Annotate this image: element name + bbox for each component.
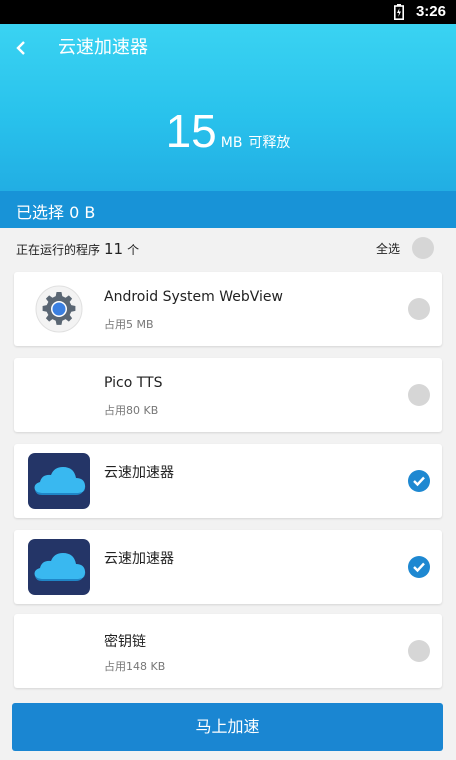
app-name: Pico TTS xyxy=(104,375,163,391)
running-suffix: 个 xyxy=(127,243,140,257)
app-checkbox[interactable] xyxy=(408,384,430,406)
app-name: 云速加速器 xyxy=(104,551,174,567)
checkmark-icon xyxy=(413,476,425,487)
toolbar: 云速加速器 xyxy=(0,24,456,72)
gear-icon xyxy=(35,285,83,333)
running-prefix: 正在运行的程序 xyxy=(16,243,101,257)
app-name: Android System WebView xyxy=(104,289,283,305)
app-item-yunsu-1[interactable]: 云速加速器 xyxy=(14,444,442,518)
back-button[interactable] xyxy=(14,36,36,60)
list-header: 正在运行的程序 11 个 全选 xyxy=(0,228,456,268)
app-size: 占用5 MB xyxy=(104,318,154,331)
running-count-label: 正在运行的程序 11 个 xyxy=(16,240,139,258)
selection-bar: 已选择 0 B xyxy=(0,191,456,228)
status-bar: 3:26 xyxy=(0,0,456,24)
app-item-webview[interactable]: Android System WebView 占用5 MB xyxy=(14,272,442,346)
app-size: 占用80 KB xyxy=(104,404,159,417)
app-checkbox[interactable] xyxy=(408,556,430,578)
app-item-yunsu-2[interactable]: 云速加速器 xyxy=(14,530,442,604)
app-name: 云速加速器 xyxy=(104,465,174,481)
cloud-icon xyxy=(28,453,90,509)
app-checkbox[interactable] xyxy=(408,298,430,320)
app-name: 密钥链 xyxy=(104,634,146,650)
app-item-pico-tts[interactable]: Pico TTS 占用80 KB xyxy=(14,358,442,432)
app-item-keychain[interactable]: 密钥链 占用148 KB xyxy=(14,614,442,688)
battery-icon xyxy=(394,4,404,20)
checkmark-icon xyxy=(413,562,425,573)
accelerate-button[interactable]: 马上加速 xyxy=(12,703,443,751)
status-time: 3:26 xyxy=(415,3,446,20)
releasable-unit: MB xyxy=(220,135,243,151)
back-arrow-icon xyxy=(16,41,25,55)
releasable-suffix: 可释放 xyxy=(248,135,291,151)
cloud-icon xyxy=(28,539,90,595)
select-all-label: 全选 xyxy=(375,242,400,256)
select-all-checkbox[interactable] xyxy=(412,237,434,259)
releasable-size: 15 MB 可释放 xyxy=(0,104,456,158)
page-title: 云速加速器 xyxy=(58,37,148,58)
releasable-amount: 15 xyxy=(165,105,217,157)
selected-size-text: 已选择 0 B xyxy=(16,203,96,222)
app-size: 占用148 KB xyxy=(104,660,166,673)
running-count: 11 xyxy=(104,240,124,258)
app-checkbox[interactable] xyxy=(408,640,430,662)
hero-panel: 云速加速器 15 MB 可释放 已选择 0 B xyxy=(0,24,456,228)
app-checkbox[interactable] xyxy=(408,470,430,492)
